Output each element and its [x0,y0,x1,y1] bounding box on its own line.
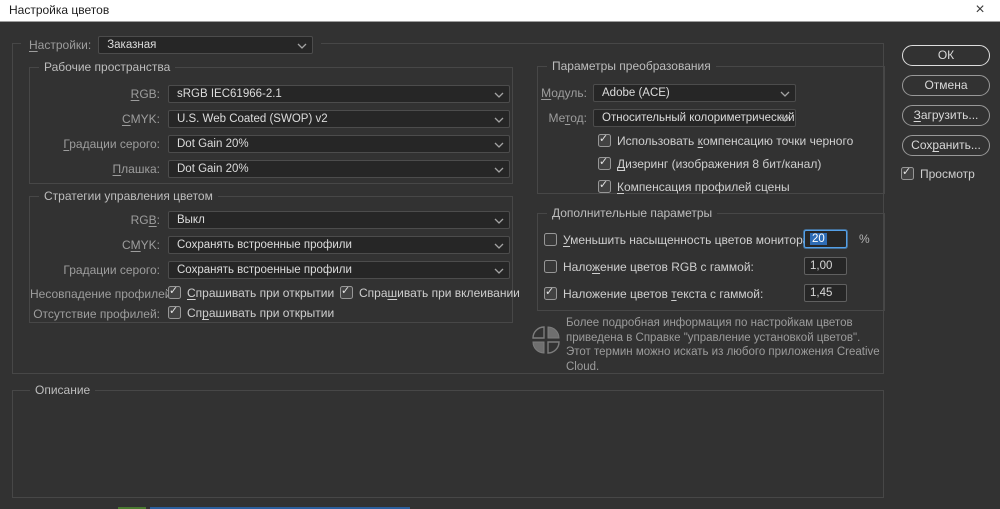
blend-text-gamma-input[interactable]: 1,45 [804,284,847,302]
color-settings-sync-icon [530,324,562,356]
chevron-down-icon [494,142,504,148]
blend-text-gamma-label[interactable]: Наложение цветов текста с гаммой: [563,287,763,302]
dialog-title: Настройка цветов [9,3,109,17]
dither-label[interactable]: Дизеринг (изображения 8 бит/канал) [617,157,821,172]
description-legend: Описание [30,383,95,398]
working-spaces-legend: Рабочие пространства [39,60,175,75]
conversion-options-legend: Параметры преобразования [547,59,716,74]
ws-spot-label: Плашка: [30,161,160,178]
close-icon[interactable]: × [964,0,996,21]
color-settings-dialog: { "window": { "title": "Настройка цветов… [0,0,1000,509]
policy-cmyk-label: CMYK: [30,237,160,254]
advanced-controls-group: Дополнительные параметры Уменьшить насыщ… [537,213,885,311]
chevron-down-icon [297,43,307,49]
chevron-down-icon [780,91,790,97]
mismatch-ask-paste-label[interactable]: Спрашивать при вклеивании [359,286,520,301]
conversion-options-group: Параметры преобразования Модуль: Adobe (… [537,66,885,194]
missing-ask-open-label[interactable]: Спрашивать при открытии [187,306,334,321]
blend-rgb-gamma-input[interactable]: 1,00 [804,257,847,275]
desaturate-monitor-label[interactable]: Уменьшить насыщенность цветов монитора н… [563,233,829,248]
chevron-down-icon [494,243,504,249]
chevron-down-icon [494,167,504,173]
settings-preset-label: Настройки: [29,38,91,52]
mismatch-ask-open-checkbox[interactable]: ✓ [168,286,181,299]
missing-ask-open-checkbox[interactable]: ✓ [168,306,181,319]
blend-text-gamma-checkbox[interactable]: ✓ [544,287,557,300]
policies-group: Стратегии управления цветом RGB: Выкл CM… [29,196,513,323]
policy-gray-select[interactable]: Сохранять встроенные профили [168,261,510,279]
desaturate-monitor-checkbox[interactable] [544,233,557,246]
scene-profile-compensation-label[interactable]: Компенсация профилей сцены [617,180,790,195]
mismatch-ask-paste-checkbox[interactable]: ✓ [340,286,353,299]
intent-select[interactable]: Относительный колориметрический [593,109,796,127]
cancel-button[interactable]: Отмена [902,75,990,96]
ws-rgb-select[interactable]: sRGB IEC61966-2.1 [168,85,510,103]
blend-rgb-gamma-label[interactable]: Наложение цветов RGB с гаммой: [563,260,754,275]
working-spaces-group: Рабочие пространства RGB: sRGB IEC61966-… [29,67,513,184]
chevron-down-icon [780,116,790,122]
ws-gray-label: Градации серого: [30,136,160,153]
settings-preset-row: Настройки: Заказная [21,34,321,55]
profile-mismatch-label: Несовпадение профилей: [30,286,160,303]
black-point-compensation-label[interactable]: Использовать компенсацию точки черного [617,134,853,149]
engine-select[interactable]: Adobe (ACE) [593,84,796,102]
scene-profile-compensation-checkbox[interactable]: ✓ [598,180,611,193]
policy-gray-label: Градации серого: [30,262,160,279]
desaturate-percent-input[interactable]: 20 [804,230,847,248]
engine-label: Модуль: [538,85,587,102]
policy-rgb-select[interactable]: Выкл [168,211,510,229]
chevron-down-icon [494,117,504,123]
missing-profile-label: Отсутствие профилей: [30,306,160,323]
ws-cmyk-label: CMYK: [30,111,160,128]
intent-label: Метод: [538,110,587,127]
blend-rgb-gamma-checkbox[interactable] [544,260,557,273]
help-info-text: Более подробная информация по настройкам… [566,316,888,374]
percent-suffix: % [859,230,870,248]
save-button[interactable]: Сохранить... [902,135,990,156]
ws-cmyk-select[interactable]: U.S. Web Coated (SWOP) v2 [168,110,510,128]
main-settings-group: Настройки: Заказная Рабочие пространства… [12,43,884,374]
policy-cmyk-select[interactable]: Сохранять встроенные профили [168,236,510,254]
dither-checkbox[interactable]: ✓ [598,157,611,170]
chevron-down-icon [494,268,504,274]
mismatch-ask-open-label[interactable]: Спрашивать при открытии [187,286,334,301]
load-button[interactable]: Загрузить... [902,105,990,126]
settings-preset-select[interactable]: Заказная [98,36,313,54]
advanced-controls-legend: Дополнительные параметры [547,206,717,221]
chevron-down-icon [494,92,504,98]
black-point-compensation-checkbox[interactable]: ✓ [598,134,611,147]
ws-gray-select[interactable]: Dot Gain 20% [168,135,510,153]
preview-label[interactable]: Просмотр [920,167,975,182]
policy-rgb-label: RGB: [30,212,160,229]
chevron-down-icon [494,218,504,224]
ws-rgb-label: RGB: [30,86,160,103]
policies-legend: Стратегии управления цветом [39,189,218,204]
preview-checkbox[interactable]: ✓ [901,167,914,180]
titlebar: Настройка цветов × [0,0,1000,22]
ok-button[interactable]: ОК [902,45,990,66]
description-group: Описание [12,390,884,498]
ws-spot-select[interactable]: Dot Gain 20% [168,160,510,178]
